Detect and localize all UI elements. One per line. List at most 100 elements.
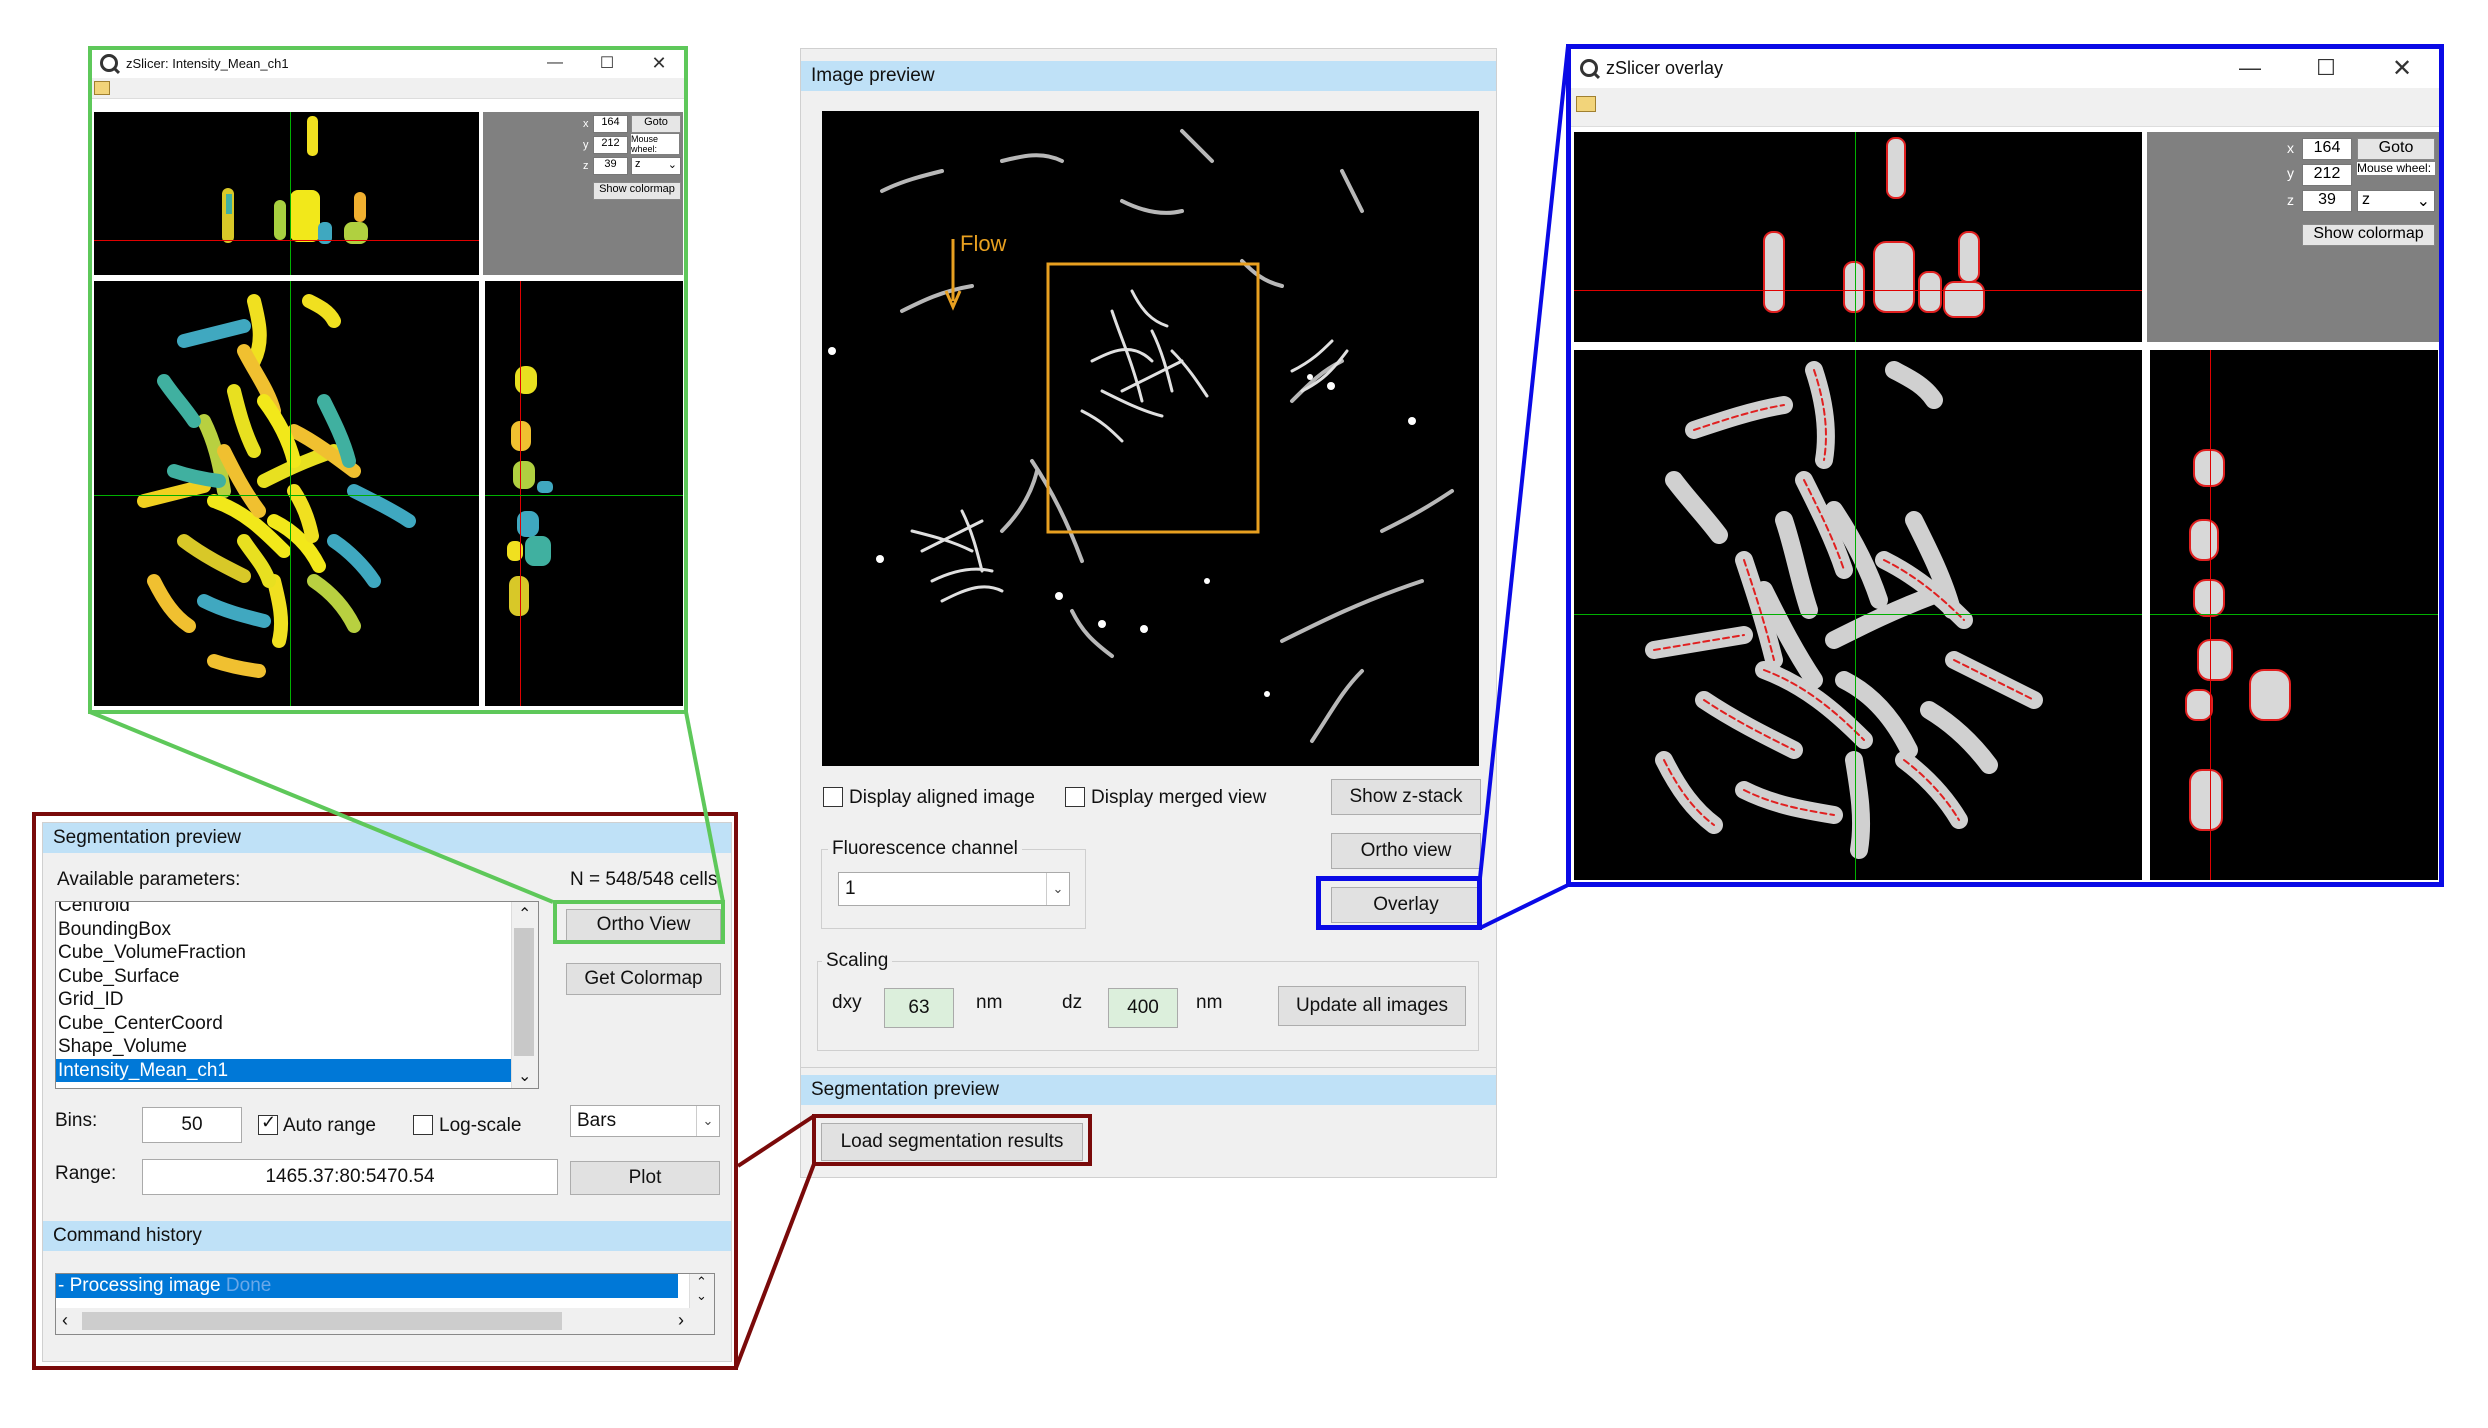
display-aligned-checkbox[interactable] <box>823 787 843 807</box>
list-item[interactable]: Centroid <box>56 902 538 918</box>
list-item[interactable]: Shape_Volume <box>56 1035 538 1059</box>
image-preview-cells <box>828 129 1454 743</box>
log-scale-label: Log-scale <box>439 1115 522 1136</box>
mouse-wheel-label: Mouse wheel: <box>631 134 679 154</box>
left-xz-cells <box>222 116 368 244</box>
flow-label: Flow <box>960 231 1007 256</box>
app-icon <box>1580 59 1598 77</box>
channel-select[interactable]: 1 ⌄ <box>838 872 1070 906</box>
scroll-down-icon[interactable]: ⌄ <box>518 1066 531 1086</box>
bins-label: Bins: <box>55 1110 98 1131</box>
params-listbox[interactable]: Centroid BoundingBox Cube_VolumeFraction… <box>55 901 539 1089</box>
scroll-right-icon[interactable]: › <box>678 1310 684 1331</box>
right-xy-cells <box>1645 361 2043 859</box>
left-controls-panel: x 164 Goto y 212 Mouse wheel: z 39 z ⌄ Sh… <box>483 112 683 275</box>
left-yz-crosshair-h <box>485 495 683 496</box>
ortho-view-button[interactable]: Ortho View <box>566 909 721 941</box>
dxy-field[interactable]: 63 <box>884 988 954 1028</box>
show-zstack-button[interactable]: Show z-stack <box>1331 779 1481 815</box>
dz-label: dz <box>1062 992 1083 1013</box>
show-colormap-button[interactable]: Show colormap <box>2302 224 2435 246</box>
minimize-icon[interactable]: — <box>529 54 581 72</box>
dz-unit: nm <box>1196 992 1223 1013</box>
get-colormap-button[interactable]: Get Colormap <box>566 963 721 995</box>
range-field[interactable]: 1465.37:80:5470.54 <box>142 1159 558 1195</box>
channel-select-value: 1 <box>845 878 856 899</box>
history-scrollbar-h[interactable]: ‹ › <box>56 1308 690 1334</box>
left-yz-view[interactable] <box>485 281 683 706</box>
left-window-title: zSlicer: Intensity_Mean_ch1 <box>126 55 289 71</box>
history-scrollbar-v[interactable]: ⌃ ⌄ <box>689 1274 714 1334</box>
left-xy-crosshair-v <box>290 281 291 706</box>
bins-field[interactable]: 50 <box>142 1107 242 1143</box>
z-field[interactable]: 39 <box>2302 190 2352 212</box>
left-xz-crosshair-h <box>94 240 479 241</box>
history-item[interactable]: - Processing image Done <box>56 1274 678 1298</box>
right-xz-crosshair-h <box>1574 290 2142 291</box>
list-item-selected[interactable]: Intensity_Mean_ch1 <box>56 1058 538 1082</box>
close-icon[interactable]: ✕ <box>633 53 685 74</box>
left-xz-view[interactable] <box>94 112 479 275</box>
left-xy-crosshair-h <box>94 495 479 496</box>
z-field[interactable]: 39 <box>593 157 628 175</box>
right-xz-crosshair-v <box>1855 132 1856 342</box>
right-yz-view[interactable] <box>2150 350 2438 880</box>
close-icon[interactable]: ✕ <box>2364 54 2440 83</box>
goto-button[interactable]: Goto <box>631 115 681 133</box>
scroll-down-icon[interactable]: ⌄ <box>696 1288 707 1304</box>
right-xy-view[interactable] <box>1574 350 2142 880</box>
goto-button[interactable]: Goto <box>2357 138 2435 160</box>
left-xz-crosshair-v <box>290 112 291 275</box>
colormap-tool-icon[interactable] <box>1576 96 1596 112</box>
center-panel: Image preview Flow Display aligned image… <box>800 48 1497 1178</box>
maximize-icon[interactable]: ☐ <box>581 53 633 73</box>
list-item[interactable]: Cube_VolumeFraction <box>56 941 538 965</box>
plot-type-select[interactable]: Bars ⌄ <box>570 1105 720 1137</box>
auto-range-checkbox[interactable]: ✓ <box>258 1112 278 1135</box>
scroll-h-thumb[interactable] <box>82 1312 562 1330</box>
log-scale-checkbox[interactable] <box>413 1115 433 1135</box>
ortho-view-button[interactable]: Ortho view <box>1331 833 1481 869</box>
x-field[interactable]: 164 <box>593 115 628 133</box>
left-window-toolbar <box>90 78 685 99</box>
dz-field[interactable]: 400 <box>1108 988 1178 1028</box>
list-item[interactable]: BoundingBox <box>56 918 538 942</box>
show-colormap-button[interactable]: Show colormap <box>593 182 681 200</box>
center-divider <box>801 1067 1496 1068</box>
axis-select[interactable]: z ⌄ <box>631 157 681 175</box>
display-aligned-label: Display aligned image <box>849 787 1035 808</box>
check-icon: ✓ <box>261 1112 277 1132</box>
axis-select-value: z <box>635 158 641 170</box>
scroll-thumb[interactable] <box>514 928 534 1056</box>
overlay-button[interactable]: Overlay <box>1331 887 1481 923</box>
list-item[interactable]: Cube_Surface <box>56 965 538 989</box>
plot-button[interactable]: Plot <box>570 1161 720 1195</box>
left-window-titlebar: zSlicer: Intensity_Mean_ch1 — ☐ ✕ <box>90 48 685 78</box>
y-field[interactable]: 212 <box>593 136 628 154</box>
display-merged-checkbox[interactable] <box>1065 787 1085 807</box>
image-preview-view[interactable]: Flow <box>822 111 1479 766</box>
scroll-up-icon[interactable]: ⌃ <box>518 904 531 924</box>
params-scrollbar[interactable]: ⌃ ⌄ <box>511 902 538 1088</box>
axis-select[interactable]: z ⌄ <box>2357 190 2435 212</box>
left-yz-crosshair-v <box>520 281 521 706</box>
right-zslicer-window: zSlicer overlay — ☐ ✕ x 164 Goto y 212 M… <box>1570 48 2440 883</box>
x-field[interactable]: 164 <box>2302 138 2352 160</box>
history-item-status: Done <box>225 1275 272 1296</box>
y-field[interactable]: 212 <box>2302 164 2352 186</box>
scroll-left-icon[interactable]: ‹ <box>62 1310 68 1331</box>
chevron-down-icon: ⌄ <box>1046 873 1069 905</box>
update-all-images-button[interactable]: Update all images <box>1278 986 1466 1026</box>
colormap-tool-icon[interactable] <box>94 81 110 95</box>
load-segmentation-button[interactable]: Load segmentation results <box>821 1123 1083 1161</box>
left-zslicer-window: zSlicer: Intensity_Mean_ch1 — ☐ ✕ x 164 … <box>90 48 685 710</box>
minimize-icon[interactable]: — <box>2212 55 2288 81</box>
list-item[interactable]: Grid_ID <box>56 988 538 1012</box>
maximize-icon[interactable]: ☐ <box>2288 55 2364 81</box>
z-label: z <box>583 160 589 172</box>
left-xy-view[interactable] <box>94 281 479 706</box>
right-xz-view[interactable] <box>1574 132 2142 342</box>
list-item[interactable]: Cube_CenterCoord <box>56 1012 538 1036</box>
command-history-list[interactable]: - Processing image Done ⌃ ⌄ ‹ › <box>55 1273 715 1335</box>
z-label: z <box>2287 192 2294 208</box>
